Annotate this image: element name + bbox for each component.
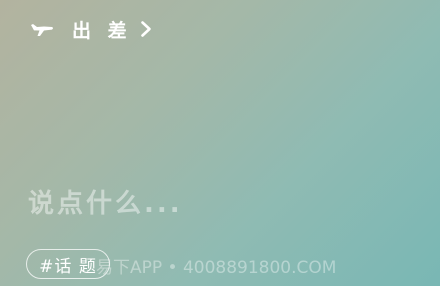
airplane-icon bbox=[30, 21, 54, 37]
chevron-right-icon bbox=[140, 20, 152, 38]
category-title: 出 差 bbox=[72, 19, 132, 42]
category-selector[interactable]: 出 差 bbox=[30, 14, 152, 44]
post-card: 出 差 易下APP • 4008891800.COM #话 题 bbox=[0, 0, 440, 286]
watermark-text: 易下APP • 4008891800.COM bbox=[96, 258, 337, 278]
topic-tag-button[interactable]: #话 题 bbox=[26, 249, 110, 279]
post-content-input[interactable] bbox=[28, 186, 408, 222]
topic-tag-label: #话 题 bbox=[39, 256, 97, 277]
